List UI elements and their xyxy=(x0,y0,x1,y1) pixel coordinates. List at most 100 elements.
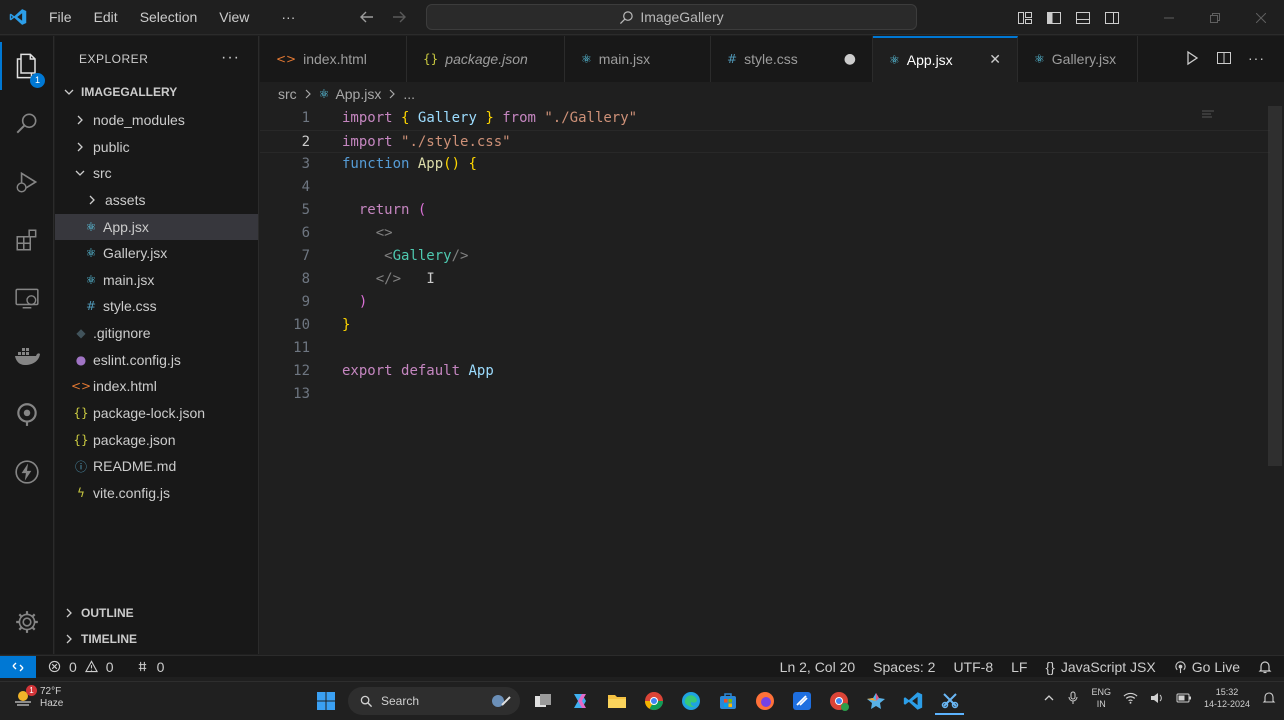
file-main-jsx[interactable]: ⚛ main.jsx xyxy=(55,267,258,293)
unsaved-dot-icon[interactable]: ● xyxy=(844,51,856,67)
task-view-icon[interactable] xyxy=(528,687,557,715)
command-center[interactable]: ImageGallery xyxy=(426,4,917,30)
code-editor[interactable]: 1 import { Gallery } from "./Gallery" 2 im… xyxy=(260,106,1284,654)
tab-style-css[interactable]: # style.css ● xyxy=(711,36,873,82)
notification-center-icon[interactable] xyxy=(1262,691,1276,705)
cursor-position[interactable]: Ln 2, Col 20 xyxy=(780,659,856,675)
go-live-button[interactable]: Go Live xyxy=(1174,659,1240,675)
visual-studio-icon[interactable] xyxy=(787,687,816,715)
toggle-panel-icon[interactable] xyxy=(1075,10,1091,26)
edge-icon[interactable] xyxy=(676,687,705,715)
notifications-bell-icon[interactable] xyxy=(1258,660,1272,674)
remote-explorer-icon[interactable] xyxy=(0,274,54,322)
restore-button[interactable] xyxy=(1192,0,1238,35)
folder-node-modules[interactable]: node_modules xyxy=(55,107,258,133)
customize-layout-icon[interactable] xyxy=(1017,10,1033,26)
minimap[interactable] xyxy=(1202,110,1216,120)
gitlens-icon[interactable] xyxy=(0,390,54,438)
encoding[interactable]: UTF-8 xyxy=(953,659,993,675)
run-icon[interactable] xyxy=(1184,50,1200,66)
tab-index-html[interactable]: <> index.html xyxy=(260,36,407,82)
language-mode[interactable]: {} JavaScript JSX xyxy=(1045,659,1155,675)
search-icon[interactable] xyxy=(0,100,54,148)
explorer-more-actions[interactable]: ··· xyxy=(221,49,240,67)
file-vite-config-js[interactable]: ϟ vite.config.js xyxy=(55,480,258,506)
file-index-html[interactable]: <> index.html xyxy=(55,373,258,399)
file-readme-md[interactable]: ⓘ README.md xyxy=(55,453,258,479)
menu-file[interactable]: File xyxy=(38,0,83,35)
tab-app-jsx[interactable]: ⚛ App.jsx ✕ xyxy=(873,36,1018,82)
tab-main-jsx[interactable]: ⚛ main.jsx xyxy=(565,36,711,82)
input-language[interactable]: ENG IN xyxy=(1091,686,1111,710)
file-type-icon: <> xyxy=(70,379,92,393)
chevron-up-icon[interactable] xyxy=(1043,692,1055,704)
file-package-lock-json[interactable]: {} package-lock.json xyxy=(55,400,258,426)
split-editor-icon[interactable] xyxy=(1216,50,1232,66)
file-eslint-config-js[interactable]: ● eslint.config.js xyxy=(55,347,258,373)
thunder-client-icon[interactable] xyxy=(0,448,54,496)
editor-scrollbar[interactable] xyxy=(1268,106,1282,466)
chrome-icon[interactable] xyxy=(639,687,668,715)
taskbar-search[interactable]: Search xyxy=(348,687,520,715)
more-actions-icon[interactable]: ··· xyxy=(1248,50,1265,66)
weather-widget[interactable]: 1 72°F Haze xyxy=(12,685,63,710)
vscode-taskbar-icon[interactable] xyxy=(898,687,927,715)
battery-icon[interactable] xyxy=(1176,692,1192,704)
docker-icon[interactable] xyxy=(0,332,54,380)
forward-arrow-icon[interactable] xyxy=(390,8,408,26)
run-debug-icon[interactable] xyxy=(0,158,54,206)
tab-package-json[interactable]: {} package.json xyxy=(407,36,565,82)
menu-selection[interactable]: Selection xyxy=(129,0,209,35)
minimize-button[interactable] xyxy=(1146,0,1192,35)
close-window-button[interactable] xyxy=(1238,0,1284,35)
ports-count: 0 xyxy=(156,658,165,675)
folder-public[interactable]: public xyxy=(55,134,258,160)
file-gitignore[interactable]: ◆ .gitignore xyxy=(55,320,258,346)
folder-assets[interactable]: assets xyxy=(55,187,258,213)
toggle-primary-sidebar-icon[interactable] xyxy=(1046,10,1062,26)
chevron-right-icon xyxy=(85,194,99,206)
microsoft-store-icon[interactable] xyxy=(713,687,742,715)
back-arrow-icon[interactable] xyxy=(358,8,376,26)
breadcrumb-symbol[interactable]: ... xyxy=(403,86,415,102)
copilot-icon[interactable] xyxy=(565,687,594,715)
file-explorer-icon[interactable] xyxy=(602,687,631,715)
file-type-icon: ϟ xyxy=(77,486,85,500)
menu-view[interactable]: View xyxy=(208,0,260,35)
windows-start-icon[interactable] xyxy=(312,687,340,715)
indentation[interactable]: Spaces: 2 xyxy=(873,659,935,675)
code-line: 6 <> xyxy=(301,225,393,241)
photos-icon[interactable] xyxy=(861,687,890,715)
firefox-icon[interactable] xyxy=(750,687,779,715)
workspace-root[interactable]: IMAGEGALLERY xyxy=(55,81,258,103)
clock[interactable]: 15:32 14-12-2024 xyxy=(1204,686,1250,710)
chrome-profile-icon[interactable] xyxy=(824,687,853,715)
close-tab-icon[interactable]: ✕ xyxy=(989,52,1001,68)
volume-icon[interactable] xyxy=(1150,692,1164,704)
menu-edit[interactable]: Edit xyxy=(83,0,129,35)
outline-section[interactable]: OUTLINE xyxy=(55,601,258,625)
file-style-css[interactable]: # style.css xyxy=(55,293,258,319)
code-line: 3 function App() { xyxy=(301,156,477,172)
explorer-icon[interactable]: 1 xyxy=(0,42,54,90)
chevron-right-icon xyxy=(63,633,75,645)
breadcrumb-src[interactable]: src xyxy=(278,86,297,102)
file-package-json[interactable]: {} package.json xyxy=(55,427,258,453)
settings-gear-icon[interactable] xyxy=(0,598,54,646)
extensions-icon[interactable] xyxy=(0,216,54,264)
end-of-line[interactable]: LF xyxy=(1011,659,1027,675)
explorer-title: EXPLORER xyxy=(79,51,149,66)
problems-indicator[interactable]: 0 0 0 xyxy=(48,659,164,675)
remote-indicator[interactable] xyxy=(0,655,36,678)
folder-src[interactable]: src xyxy=(55,160,258,186)
breadcrumb-file[interactable]: App.jsx xyxy=(335,86,381,102)
timeline-section[interactable]: TIMELINE xyxy=(55,627,258,651)
toggle-secondary-sidebar-icon[interactable] xyxy=(1104,10,1120,26)
menu-more[interactable]: ··· xyxy=(270,0,306,35)
file-app-jsx[interactable]: ⚛ App.jsx xyxy=(55,214,258,240)
snipping-tool-icon[interactable] xyxy=(935,687,964,715)
file-gallery-jsx[interactable]: ⚛ Gallery.jsx xyxy=(55,240,258,266)
tab-gallery-jsx[interactable]: ⚛ Gallery.jsx xyxy=(1018,36,1138,82)
microphone-icon[interactable] xyxy=(1067,691,1079,705)
wifi-icon[interactable] xyxy=(1123,692,1138,704)
